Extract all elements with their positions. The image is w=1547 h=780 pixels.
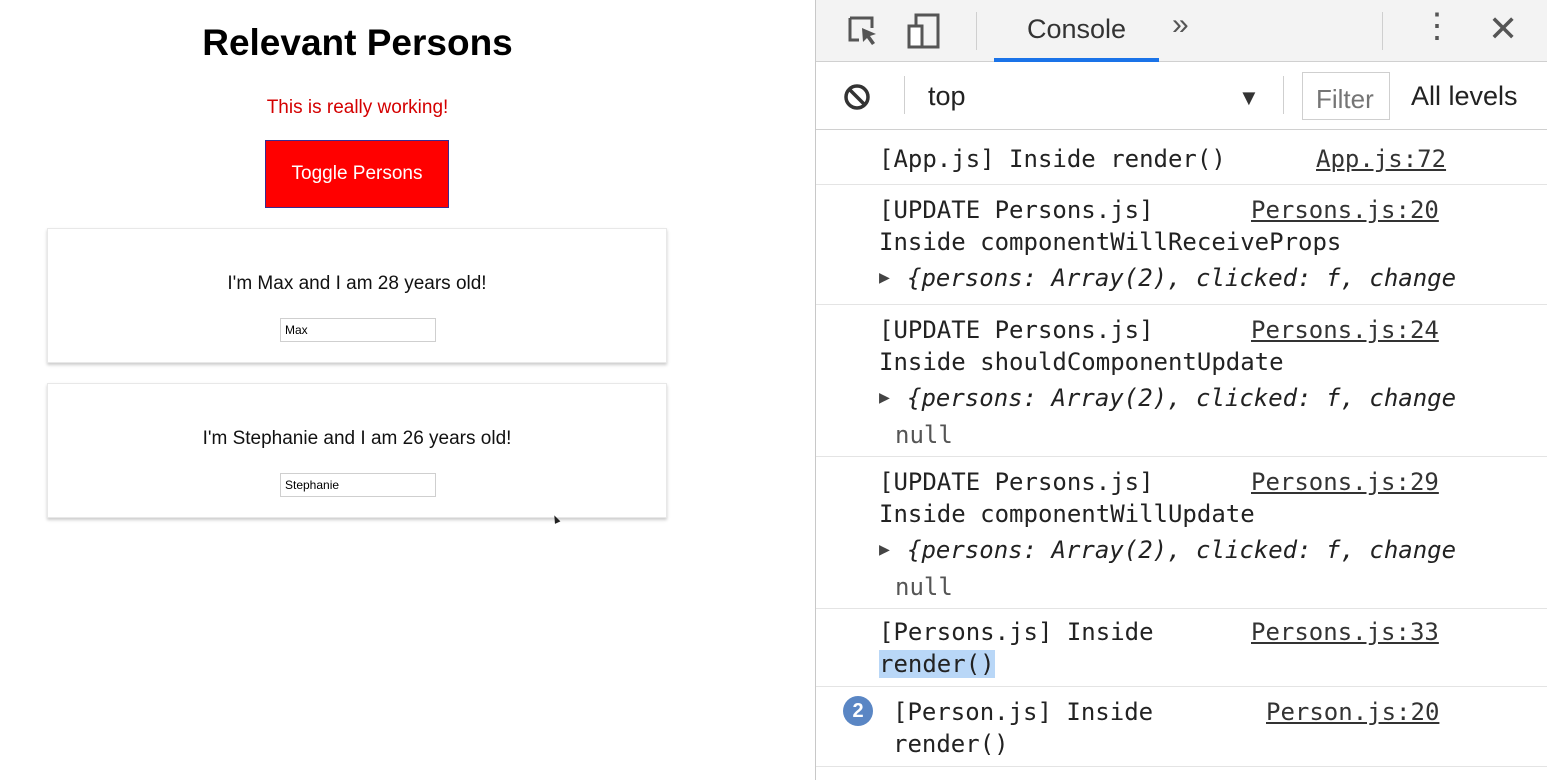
page-title: Relevant Persons <box>202 22 513 63</box>
person-text: I'm Stephanie and I am 26 years old! <box>202 428 512 449</box>
console-messages: [App.js] Inside render() App.js:72 [UPDA… <box>816 131 1547 780</box>
close-icon[interactable]: ✕ <box>1488 8 1518 50</box>
message-text: [UPDATE Persons.js] <box>879 468 1154 496</box>
toolbar-divider <box>1382 12 1383 50</box>
inspect-element-icon[interactable] <box>846 14 880 48</box>
console-message: [App.js] Inside render() App.js:72 <box>816 131 1547 185</box>
message-text: render() <box>893 730 1009 758</box>
devtools-toolbar: Console » ⋮ ✕ <box>816 0 1547 62</box>
console-message: [Persons.js] Inside Persons.js:33 render… <box>816 609 1547 687</box>
expand-triangle-icon[interactable]: ▶ <box>879 539 890 560</box>
devtools-panel: Console » ⋮ ✕ top ▼ All levels [App.js] … <box>815 0 1547 780</box>
console-message: [UPDATE Persons.js] Persons.js:20 Inside… <box>816 185 1547 305</box>
filterbar-divider <box>1283 76 1284 114</box>
person-text: I'm Max and I am 28 years old! <box>227 273 487 294</box>
object-preview[interactable]: {persons: Array(2), clicked: f, change <box>907 536 1456 564</box>
person-name-input[interactable] <box>280 473 436 497</box>
console-message: [UPDATE Persons.js] Persons.js:24 Inside… <box>816 305 1547 457</box>
chevron-down-icon[interactable]: ▼ <box>1238 85 1260 111</box>
message-text: Inside shouldComponentUpdate <box>879 348 1284 376</box>
source-link[interactable]: Persons.js:20 <box>1251 196 1439 224</box>
source-link[interactable]: Persons.js:29 <box>1251 468 1439 496</box>
message-text: [Persons.js] Inside <box>879 618 1154 646</box>
console-message: 2 [Person.js] Inside Person.js:20 render… <box>816 687 1547 767</box>
selected-text: render() <box>879 650 995 678</box>
message-text: [App.js] Inside render() <box>879 145 1226 173</box>
context-selector[interactable]: top <box>928 81 966 112</box>
expand-triangle-icon[interactable]: ▶ <box>879 267 890 288</box>
console-filter-bar: top ▼ All levels <box>816 62 1547 130</box>
source-link[interactable]: App.js:72 <box>1316 145 1446 173</box>
person-card: I'm Stephanie and I am 26 years old! <box>47 383 667 518</box>
status-text: This is really working! <box>266 97 449 118</box>
person-name-input[interactable] <box>280 318 436 342</box>
message-text: [UPDATE Persons.js] <box>879 196 1154 224</box>
null-value: null <box>895 573 953 601</box>
message-text: [UPDATE Persons.js] <box>879 316 1154 344</box>
console-message: [UPDATE Persons.js] Persons.js:29 Inside… <box>816 457 1547 609</box>
source-link[interactable]: Person.js:20 <box>1266 698 1439 726</box>
more-tabs-icon[interactable]: » <box>1172 8 1189 42</box>
null-value: null <box>895 421 953 449</box>
toggle-persons-button[interactable]: Toggle Persons <box>265 140 449 208</box>
message-text: Inside componentWillUpdate <box>879 500 1255 528</box>
clear-console-icon[interactable] <box>843 83 871 111</box>
person-card: I'm Max and I am 28 years old! <box>47 228 667 363</box>
log-levels-dropdown[interactable]: All levels <box>1411 81 1518 112</box>
tab-console[interactable]: Console <box>994 0 1159 62</box>
source-link[interactable]: Persons.js:33 <box>1251 618 1439 646</box>
message-text: [Person.js] Inside <box>893 698 1154 726</box>
filter-input[interactable] <box>1302 72 1390 120</box>
toolbar-divider <box>976 12 977 50</box>
filterbar-divider <box>904 76 905 114</box>
customize-menu-icon[interactable]: ⋮ <box>1420 6 1454 46</box>
device-toolbar-icon[interactable] <box>906 12 942 50</box>
repeat-count-badge: 2 <box>843 696 873 726</box>
object-preview[interactable]: {persons: Array(2), clicked: f, change <box>907 384 1456 412</box>
expand-triangle-icon[interactable]: ▶ <box>879 387 890 408</box>
message-text: Inside componentWillReceiveProps <box>879 228 1342 256</box>
app-page: Relevant Persons This is really working!… <box>0 0 815 780</box>
source-link[interactable]: Persons.js:24 <box>1251 316 1439 344</box>
object-preview[interactable]: {persons: Array(2), clicked: f, change <box>907 264 1456 292</box>
